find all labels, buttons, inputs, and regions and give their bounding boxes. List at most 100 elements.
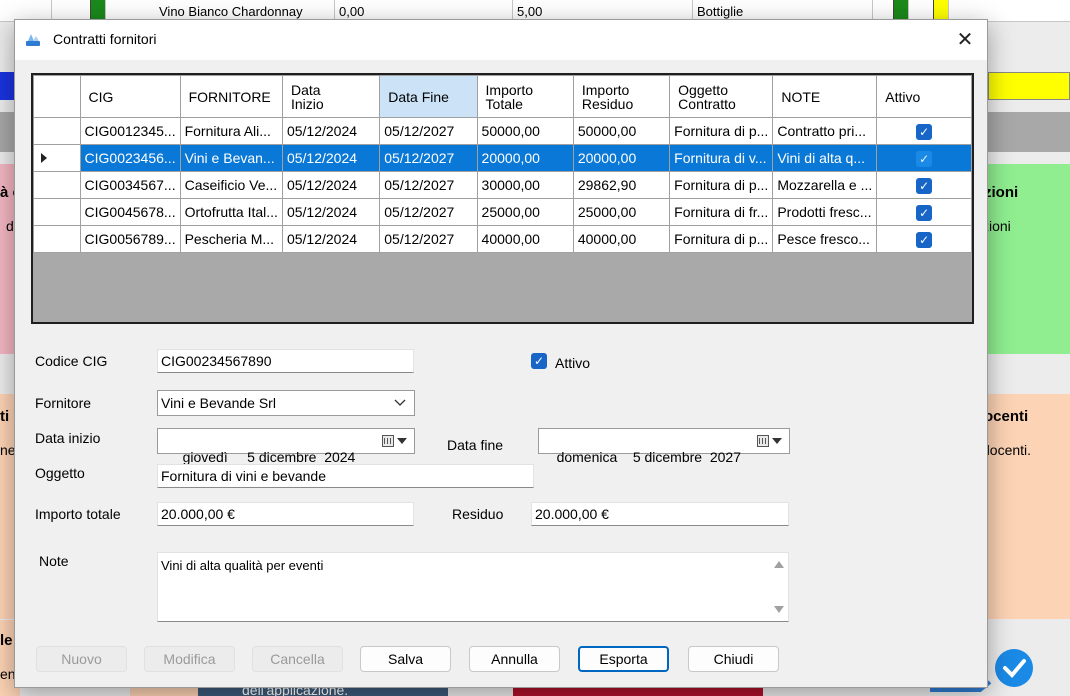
modifica-button[interactable]: Modifica (144, 646, 235, 672)
cell-note[interactable]: Pesce fresco... (772, 225, 878, 253)
column-header-data-inizio[interactable]: Data Inizio (281, 75, 381, 118)
cell-importo-residuo[interactable]: 50000,00 (572, 117, 671, 145)
grid-header-row: CIG FORNITORE Data Inizio Data Fine Impo… (33, 75, 972, 118)
cell-oggetto[interactable]: Fornitura di p... (669, 171, 774, 199)
cell-importo-residuo[interactable]: 29862,90 (572, 171, 671, 199)
grid-corner[interactable] (33, 75, 81, 118)
cell-data-fine[interactable]: 05/12/2027 (379, 117, 478, 145)
calendar-icon[interactable] (757, 435, 783, 449)
cell-attivo[interactable]: ✓ (876, 144, 972, 172)
data-fine-picker[interactable]: domenica 5 dicembre 2027 (538, 428, 790, 465)
cell-data-inizio[interactable]: 05/12/2024 (281, 144, 381, 172)
current-row-arrow-icon (41, 153, 47, 163)
cell-importo-totale[interactable]: 50000,00 (476, 117, 574, 145)
column-header-fornitore[interactable]: FORNITORE (179, 75, 283, 118)
cell-oggetto[interactable]: Fornitura di p... (669, 117, 774, 145)
table-row[interactable]: CIG0034567... Caseificio Ve... 05/12/202… (33, 171, 972, 199)
data-fine-value: domenica 5 dicembre 2027 (556, 449, 742, 465)
cell-attivo[interactable]: ✓ (876, 198, 972, 226)
esporta-button[interactable]: Esporta (578, 646, 669, 672)
column-header-attivo[interactable]: Attivo (876, 75, 972, 118)
calendar-icon[interactable] (382, 435, 408, 449)
note-textarea[interactable]: Vini di alta qualità per eventi (157, 552, 789, 622)
cancella-button[interactable]: Cancella (252, 646, 343, 672)
column-header-data-fine[interactable]: Data Fine (379, 75, 478, 118)
data-inizio-picker[interactable]: giovedì 5 dicembre 2024 (157, 428, 415, 465)
cell-note[interactable]: Mozzarella e ... (772, 171, 878, 199)
fornitore-select[interactable]: Vini e Bevande Srl (157, 390, 415, 416)
column-header-cig[interactable]: CIG (79, 75, 181, 118)
cell-fornitore[interactable]: Caseificio Ve... (179, 171, 283, 199)
attivo-checkbox[interactable]: ✓ (916, 231, 933, 248)
residuo-label: Residuo (452, 506, 504, 522)
cell-attivo[interactable]: ✓ (876, 225, 972, 253)
contracts-grid[interactable]: CIG FORNITORE Data Inizio Data Fine Impo… (31, 73, 974, 324)
close-icon[interactable]: ✕ (947, 24, 983, 56)
cell-fornitore[interactable]: Vini e Bevan... (179, 144, 283, 172)
cell-data-inizio[interactable]: 05/12/2024 (281, 117, 381, 145)
table-row[interactable]: CIG0056789... Pescheria M... 05/12/2024 … (33, 225, 972, 253)
row-header[interactable] (33, 144, 81, 172)
salva-button[interactable]: Salva (360, 646, 451, 672)
row-header[interactable] (33, 171, 81, 199)
cell-oggetto[interactable]: Fornitura di v... (669, 144, 774, 172)
importo-totale-input[interactable] (157, 502, 414, 526)
cell-fornitore[interactable]: Pescheria M... (179, 225, 283, 253)
row-header[interactable] (33, 198, 81, 226)
column-header-note[interactable]: NOTE (772, 75, 878, 118)
cell-importo-totale[interactable]: 25000,00 (476, 198, 574, 226)
cell-importo-residuo[interactable]: 25000,00 (572, 198, 671, 226)
table-row-selected[interactable]: CIG0023456... Vini e Bevan... 05/12/2024… (33, 144, 972, 172)
cell-importo-totale[interactable]: 40000,00 (476, 225, 574, 253)
cell-attivo[interactable]: ✓ (876, 117, 972, 145)
annulla-button[interactable]: Annulla (469, 646, 560, 672)
table-row[interactable]: CIG0045678... Ortofrutta Ital... 05/12/2… (33, 198, 972, 226)
attivo-checkbox[interactable]: ✓ (916, 123, 933, 140)
scroll-down-icon[interactable] (774, 606, 784, 613)
residuo-input[interactable] (531, 502, 789, 526)
cell-importo-totale[interactable]: 20000,00 (476, 144, 574, 172)
cell-cig[interactable]: CIG0034567... (79, 171, 181, 199)
oggetto-input[interactable] (157, 464, 534, 488)
cell-data-fine[interactable]: 05/12/2027 (379, 198, 478, 226)
cell-data-inizio[interactable]: 05/12/2024 (281, 225, 381, 253)
cell-attivo[interactable]: ✓ (876, 171, 972, 199)
codice-cig-label: Codice CIG (35, 353, 108, 369)
column-header-importo-totale[interactable]: Importo Totale (476, 75, 574, 118)
cell-cig[interactable]: CIG0056789... (79, 225, 181, 253)
cell-fornitore[interactable]: Ortofrutta Ital... (179, 198, 283, 226)
cell-data-inizio[interactable]: 05/12/2024 (281, 198, 381, 226)
importo-totale-label: Importo totale (35, 506, 121, 522)
cell-importo-totale[interactable]: 30000,00 (476, 171, 574, 199)
column-header-importo-residuo[interactable]: Importo Residuo (572, 75, 671, 118)
codice-cig-input[interactable] (157, 349, 414, 373)
cell-cig[interactable]: CIG0045678... (79, 198, 181, 226)
dialog-title: Contratti fornitori (53, 31, 157, 47)
cell-oggetto[interactable]: Fornitura di fr... (669, 198, 774, 226)
attivo-checkbox[interactable]: ✓ (916, 177, 933, 194)
attivo-checkbox[interactable]: ✓ (916, 150, 933, 167)
cell-data-fine[interactable]: 05/12/2027 (379, 144, 478, 172)
cell-cig[interactable]: CIG0023456... (79, 144, 181, 172)
row-header[interactable] (33, 225, 81, 253)
cell-note[interactable]: Prodotti fresc... (772, 198, 878, 226)
cell-note[interactable]: Vini di alta q... (772, 144, 878, 172)
cell-fornitore[interactable]: Fornitura Ali... (179, 117, 283, 145)
cell-oggetto[interactable]: Fornitura di p... (669, 225, 774, 253)
nuovo-button[interactable]: Nuovo (36, 646, 127, 672)
table-row[interactable]: CIG0012345... Fornitura Ali... 05/12/202… (33, 117, 972, 145)
note-scrollbar[interactable] (770, 553, 788, 621)
scroll-up-icon[interactable] (774, 561, 784, 568)
column-header-oggetto-contratto[interactable]: Oggetto Contratto (669, 75, 774, 118)
chiudi-button[interactable]: Chiudi (688, 646, 779, 672)
row-header[interactable] (33, 117, 81, 145)
cell-importo-residuo[interactable]: 40000,00 (572, 225, 671, 253)
cell-cig[interactable]: CIG0012345... (79, 117, 181, 145)
cell-data-fine[interactable]: 05/12/2027 (379, 171, 478, 199)
attivo-checkbox[interactable]: ✓ (916, 204, 933, 221)
attivo-checkbox[interactable]: ✓ (531, 353, 547, 369)
cell-data-fine[interactable]: 05/12/2027 (379, 225, 478, 253)
cell-importo-residuo[interactable]: 20000,00 (572, 144, 671, 172)
cell-note[interactable]: Contratto pri... (772, 117, 878, 145)
cell-data-inizio[interactable]: 05/12/2024 (281, 171, 381, 199)
